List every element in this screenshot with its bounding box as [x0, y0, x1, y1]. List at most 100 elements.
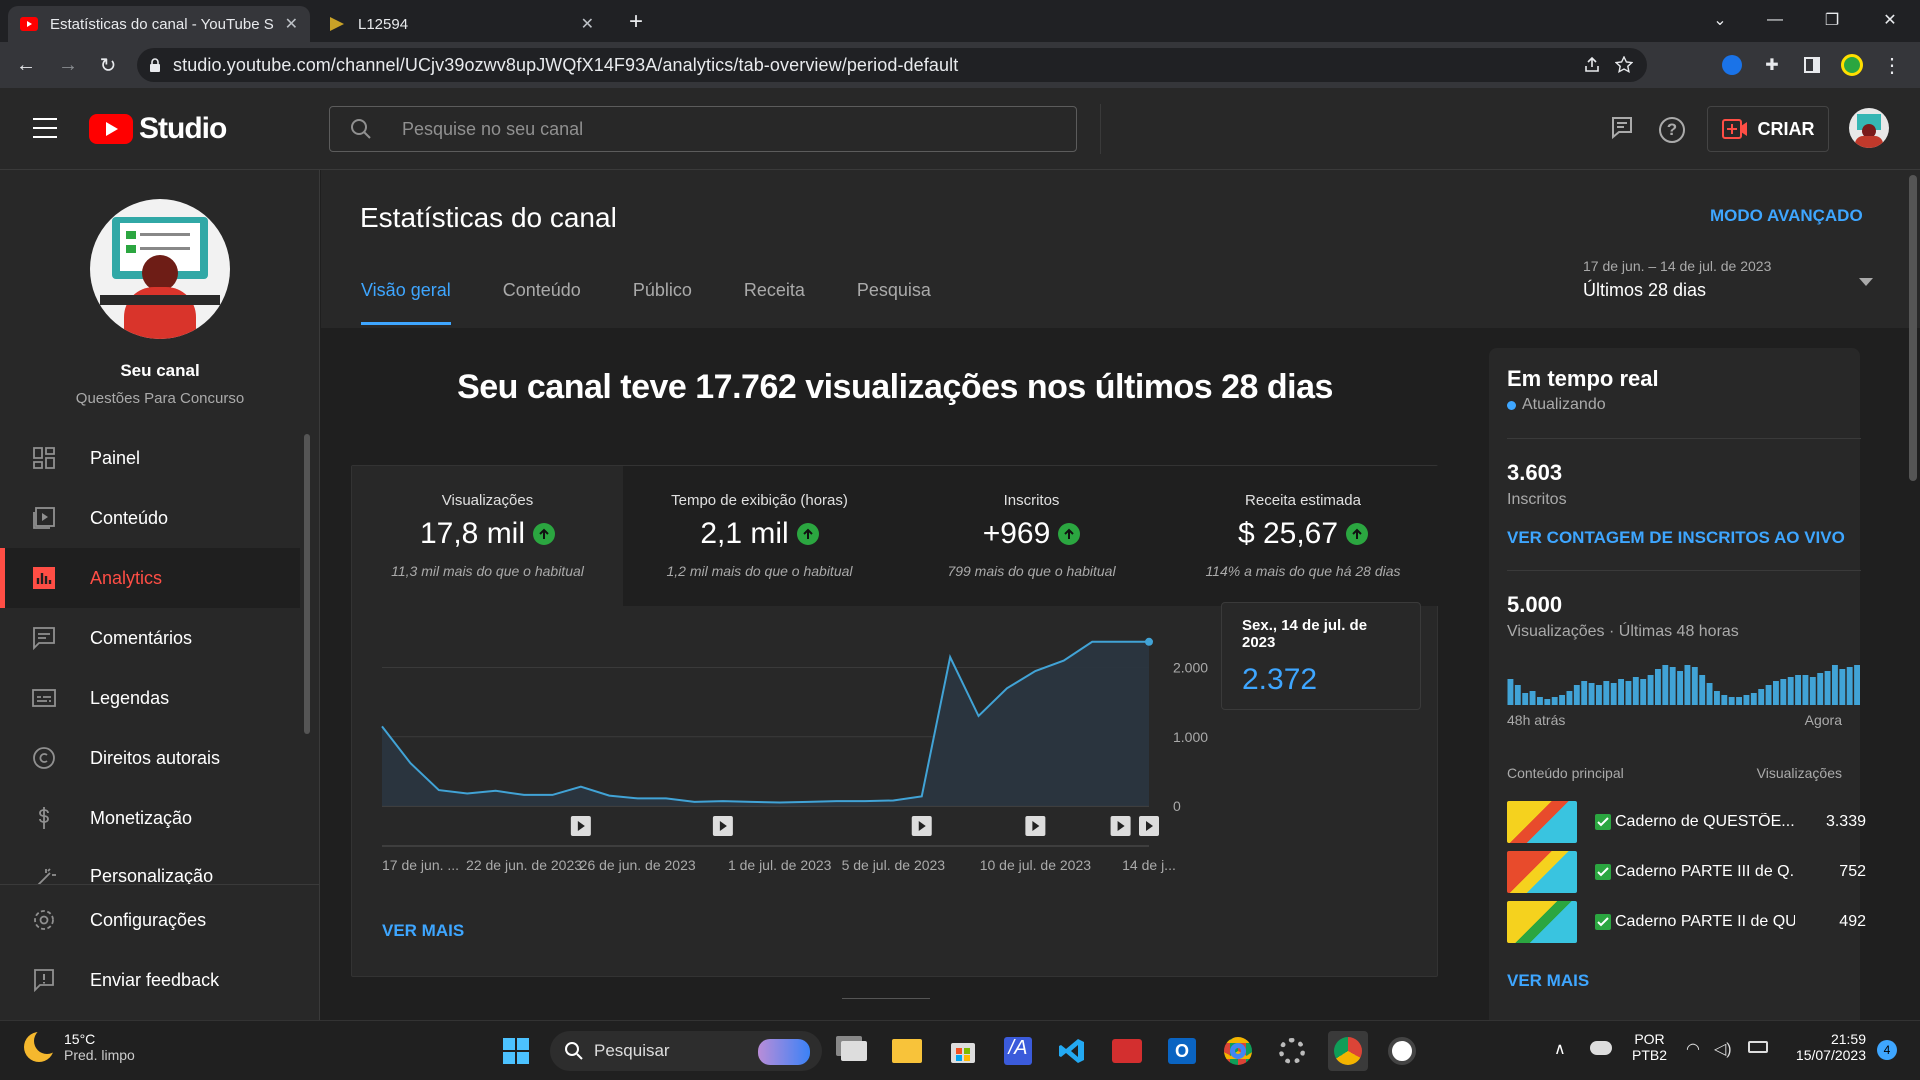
keyboard-layout: PTB2: [1632, 1047, 1668, 1063]
share-icon[interactable]: [1583, 56, 1601, 74]
onedrive-cloud-icon[interactable]: [1590, 1041, 1612, 1055]
file-explorer-icon[interactable]: [887, 1031, 927, 1071]
studio-logo[interactable]: Studio: [89, 112, 227, 146]
realtime-bar: [1728, 697, 1735, 705]
realtime-bar: [1721, 695, 1728, 705]
sidebar-item-configuracoes[interactable]: Configurações: [0, 890, 300, 950]
chrome-active-icon[interactable]: [1328, 1031, 1368, 1071]
sidebar-item-personalizacao[interactable]: Personalização: [0, 848, 300, 884]
close-window-button[interactable]: ✕: [1870, 0, 1910, 40]
realtime-bar: [1809, 677, 1816, 705]
live-subscribers-link[interactable]: VER CONTAGEM DE INSCRITOS AO VIVO: [1507, 528, 1845, 548]
chrome-profile-icon[interactable]: [1218, 1031, 1258, 1071]
tab-conteudo[interactable]: Conteúdo: [503, 280, 581, 325]
bookmark-star-icon[interactable]: [1615, 56, 1633, 74]
create-button[interactable]: CRIAR: [1707, 106, 1829, 152]
realtime-see-more[interactable]: VER MAIS: [1507, 971, 1589, 991]
forward-button[interactable]: →: [50, 47, 86, 83]
address-bar[interactable]: studio.youtube.com/channel/UCjv39ozwv8up…: [137, 48, 1647, 82]
divider: [1507, 438, 1861, 439]
arrow-up-icon: [796, 523, 819, 545]
realtime-bar-chart[interactable]: [1507, 663, 1861, 705]
channel-avatar[interactable]: [90, 199, 230, 339]
top-video-row[interactable]: Caderno PARTE III de Q... 752: [1507, 851, 1866, 893]
advanced-mode-button[interactable]: MODO AVANÇADO: [1710, 206, 1863, 226]
extensions-puzzle-icon[interactable]: ✚: [1755, 48, 1789, 82]
metric-revenue[interactable]: Receita estimada $ 25,67 114% a mais do …: [1168, 466, 1438, 606]
maximize-button[interactable]: ❐: [1812, 0, 1852, 40]
metric-subscribers[interactable]: Inscritos +969 799 mais do que o habitua…: [896, 466, 1168, 606]
settings-gear-icon[interactable]: [1272, 1031, 1312, 1071]
sidebar-item-legendas[interactable]: Legendas: [0, 668, 300, 728]
profile-avatar-icon[interactable]: [1835, 48, 1869, 82]
y-tick-label: 0: [1173, 798, 1181, 814]
messages-icon[interactable]: [1611, 116, 1633, 140]
see-more-text[interactable]: VER MAIS: [382, 921, 464, 940]
realtime-see-more-text[interactable]: VER MAIS: [1507, 971, 1589, 990]
sidebar-item-comentarios[interactable]: Comentários: [0, 608, 300, 668]
tab-search-icon[interactable]: ⌄: [1700, 0, 1740, 40]
extension-blue-icon[interactable]: [1715, 48, 1749, 82]
sidebar-item-enviar-feedback[interactable]: Enviar feedback: [0, 950, 300, 1010]
create-label: CRIAR: [1757, 118, 1815, 139]
hamburger-menu-icon[interactable]: [33, 118, 57, 138]
reload-button[interactable]: ↻: [90, 47, 126, 83]
realtime-bar: [1750, 693, 1757, 705]
app-blue-icon[interactable]: /A: [998, 1031, 1038, 1071]
sidebar-item-analytics[interactable]: Analytics: [0, 548, 300, 608]
tab-receita[interactable]: Receita: [744, 280, 805, 325]
account-avatar[interactable]: [1849, 108, 1889, 148]
minimize-button[interactable]: —: [1755, 0, 1795, 40]
notification-count-badge[interactable]: 4: [1877, 1040, 1897, 1060]
period-label: Últimos 28 dias: [1583, 280, 1707, 300]
outlook-icon[interactable]: O: [1162, 1031, 1202, 1071]
tab-publico[interactable]: Público: [633, 280, 692, 325]
windows-start-icon[interactable]: [496, 1031, 536, 1071]
series-area: [382, 641, 1149, 806]
metric-watch-time[interactable]: Tempo de exibição (horas) 2,1 mil 1,2 mi…: [624, 466, 896, 606]
tab-visao-geral[interactable]: Visão geral: [361, 280, 451, 325]
wifi-icon[interactable]: ◠: [1686, 1039, 1700, 1059]
browser-tab-second[interactable]: L12594 ✕: [316, 6, 606, 42]
weather-widget[interactable]: 15°C Pred. limpo: [24, 1028, 135, 1063]
battery-icon[interactable]: [1748, 1041, 1768, 1053]
volume-icon[interactable]: ◁): [1714, 1039, 1732, 1059]
wand-icon: [31, 866, 57, 884]
top-video-row[interactable]: Caderno de QUESTÕE... 3.339: [1507, 801, 1866, 843]
metric-views[interactable]: Visualizações 17,8 mil 11,3 mil mais do …: [352, 466, 624, 606]
realtime-bar: [1684, 665, 1691, 705]
sidebar-item-direitos-autorais[interactable]: Direitos autorais: [0, 728, 300, 788]
live-subscribers-link-text[interactable]: VER CONTAGEM DE INSCRITOS AO VIVO: [1507, 528, 1845, 547]
language-indicator[interactable]: POR PTB2: [1632, 1031, 1667, 1063]
sidebar-item-conteudo[interactable]: Conteúdo: [0, 488, 300, 548]
app-timer-icon[interactable]: [1382, 1031, 1422, 1071]
close-tab-icon[interactable]: ✕: [581, 14, 594, 34]
ms-store-icon[interactable]: [943, 1031, 983, 1071]
date-range-selector[interactable]: 17 de jun. – 14 de jul. de 2023 Últimos …: [1583, 258, 1873, 306]
taskbar-search[interactable]: Pesquisar: [550, 1031, 822, 1071]
search-input[interactable]: Pesquise no seu canal: [329, 106, 1077, 152]
top-video-row[interactable]: Caderno PARTE II de QU... 492: [1507, 901, 1866, 943]
vscode-icon[interactable]: [1052, 1031, 1092, 1071]
realtime-bar: [1714, 691, 1720, 705]
see-more-button[interactable]: VER MAIS: [382, 921, 464, 941]
x-tick-label: 10 de jul. de 2023: [980, 857, 1092, 873]
app-red-icon[interactable]: [1107, 1031, 1147, 1071]
clock[interactable]: 21:59 15/07/2023: [1786, 1031, 1866, 1063]
language-code: POR: [1634, 1031, 1665, 1047]
sidebar-item-painel[interactable]: Painel: [0, 428, 300, 488]
tab-pesquisa[interactable]: Pesquisa: [857, 280, 931, 325]
sidebar-item-monetizacao[interactable]: Monetização: [0, 788, 300, 848]
search-icon: [351, 119, 371, 139]
help-icon[interactable]: ?: [1659, 117, 1685, 143]
main-scrollbar[interactable]: [1909, 175, 1917, 481]
task-view-icon[interactable]: [834, 1031, 874, 1071]
back-button[interactable]: ←: [8, 47, 44, 83]
browser-tab-studio[interactable]: Estatísticas do canal - YouTube S ✕: [8, 6, 310, 42]
sidebar-scrollbar[interactable]: [304, 434, 310, 734]
new-tab-button[interactable]: +: [616, 2, 656, 42]
close-tab-icon[interactable]: ✕: [285, 14, 298, 34]
browser-menu-icon[interactable]: ⋮: [1875, 48, 1909, 82]
side-panel-icon[interactable]: [1795, 48, 1829, 82]
tray-chevron-icon[interactable]: ∧: [1554, 1039, 1566, 1059]
